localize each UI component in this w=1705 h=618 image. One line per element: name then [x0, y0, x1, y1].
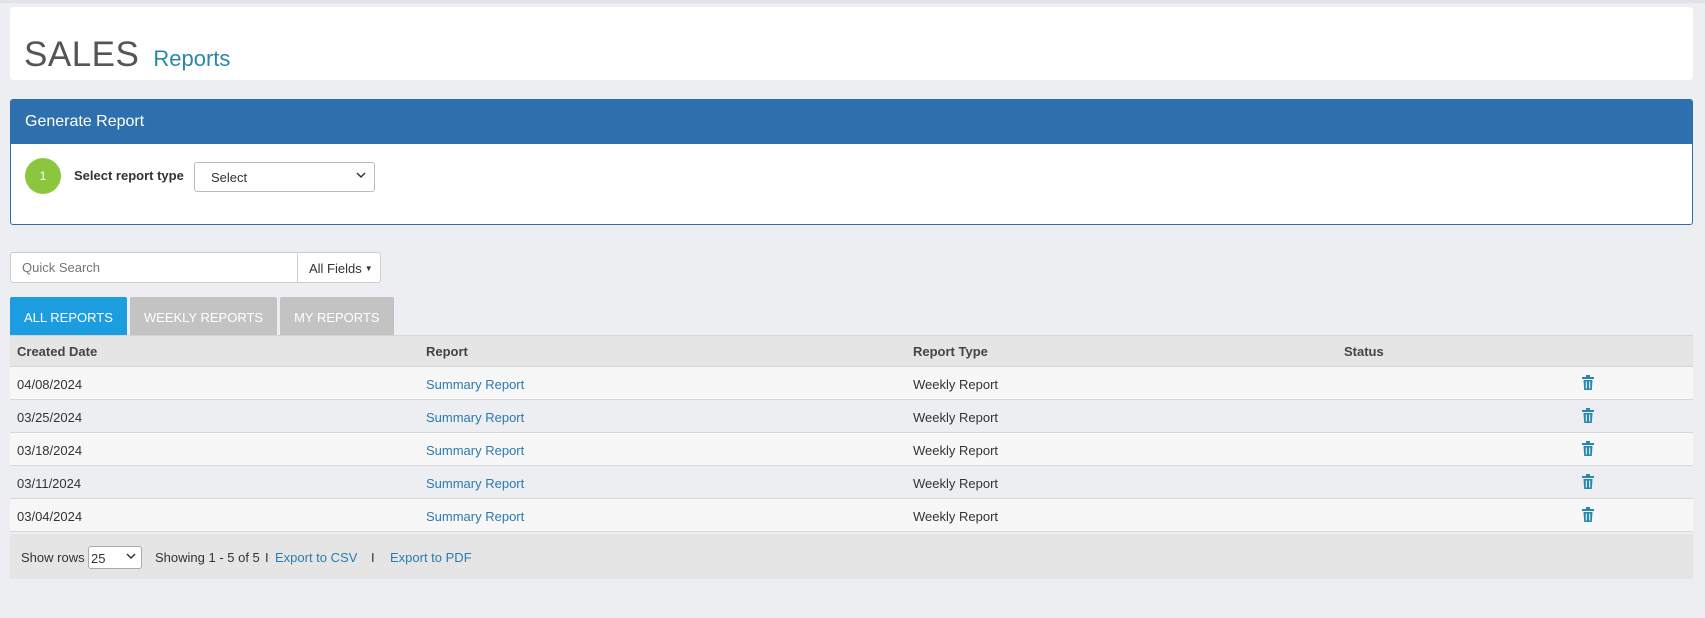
- show-rows-label: Show rows: [21, 550, 85, 565]
- report-type: Weekly Report: [913, 377, 999, 392]
- report-link[interactable]: Summary Report: [426, 509, 524, 524]
- report-link[interactable]: Summary Report: [426, 410, 524, 425]
- top-edge: [0, 0, 1705, 3]
- step-badge: 1: [25, 158, 61, 194]
- all-fields-label: All Fields: [309, 261, 362, 276]
- chevron-down-icon: [356, 170, 366, 183]
- created-date: 03/04/2024: [17, 509, 83, 524]
- report-type: Weekly Report: [913, 443, 999, 458]
- page-subtitle: Reports: [153, 46, 231, 71]
- table-footer: Show rows 25 Showing 1 - 5 of 5 I Export…: [10, 534, 1693, 579]
- page-header: SALES Reports: [10, 7, 1693, 80]
- trash-icon[interactable]: [1582, 441, 1594, 459]
- panel-title: Generate Report: [11, 100, 1692, 144]
- report-type-value: Select: [211, 170, 248, 185]
- tab-weekly-reports[interactable]: WEEKLY REPORTS: [129, 297, 278, 335]
- chevron-down-icon: [126, 551, 136, 564]
- trash-icon[interactable]: [1582, 507, 1594, 525]
- separator: I: [371, 550, 375, 565]
- report-type: Weekly Report: [913, 410, 999, 425]
- export-pdf-link[interactable]: Export to PDF: [390, 550, 472, 565]
- reports-table: Created Date Report Report Type Status 0…: [10, 335, 1693, 532]
- trash-icon[interactable]: [1582, 474, 1594, 492]
- report-type: Weekly Report: [913, 509, 999, 524]
- table-row: 03/18/2024 Summary Report Weekly Report: [10, 433, 1693, 466]
- table-row: 03/04/2024 Summary Report Weekly Report: [10, 499, 1693, 532]
- report-tabs: ALL REPORTS WEEKLY REPORTS MY REPORTS: [10, 297, 397, 335]
- export-csv-link[interactable]: Export to CSV: [275, 550, 357, 565]
- table-row: 04/08/2024 Summary Report Weekly Report: [10, 367, 1693, 400]
- table-row: 03/11/2024 Summary Report Weekly Report: [10, 466, 1693, 499]
- step-label: Select report type: [74, 168, 184, 183]
- created-date: 03/11/2024: [17, 476, 82, 491]
- tab-all-reports[interactable]: ALL REPORTS: [10, 297, 127, 335]
- report-link[interactable]: Summary Report: [426, 443, 524, 458]
- caret-down-icon: ▼: [364, 264, 373, 273]
- page-title: SALES: [24, 35, 140, 74]
- report-type: Weekly Report: [913, 476, 999, 491]
- quick-search-input[interactable]: [10, 252, 298, 283]
- table-row: 03/25/2024 Summary Report Weekly Report: [10, 400, 1693, 433]
- column-report-type[interactable]: Report Type: [913, 344, 988, 359]
- column-created-date[interactable]: Created Date: [17, 344, 97, 359]
- trash-icon[interactable]: [1582, 375, 1594, 393]
- tab-my-reports[interactable]: MY REPORTS: [280, 297, 394, 335]
- table-header: Created Date Report Report Type Status: [10, 335, 1693, 367]
- report-type-select[interactable]: Select: [194, 162, 375, 192]
- all-fields-dropdown[interactable]: All Fields ▼: [297, 252, 381, 283]
- report-link[interactable]: Summary Report: [426, 377, 524, 392]
- created-date: 03/18/2024: [17, 443, 83, 458]
- column-report[interactable]: Report: [426, 344, 468, 359]
- generate-report-panel: Generate Report 1 Select report type Sel…: [10, 99, 1693, 225]
- separator: I: [265, 550, 269, 565]
- created-date: 03/25/2024: [17, 410, 83, 425]
- column-status[interactable]: Status: [1344, 344, 1384, 359]
- trash-icon[interactable]: [1582, 408, 1594, 426]
- showing-count: Showing 1 - 5 of 5: [155, 550, 260, 565]
- rows-per-page-select[interactable]: 25: [88, 546, 142, 569]
- created-date: 04/08/2024: [17, 377, 83, 392]
- report-link[interactable]: Summary Report: [426, 476, 524, 491]
- rows-per-page-value: 25: [91, 551, 106, 566]
